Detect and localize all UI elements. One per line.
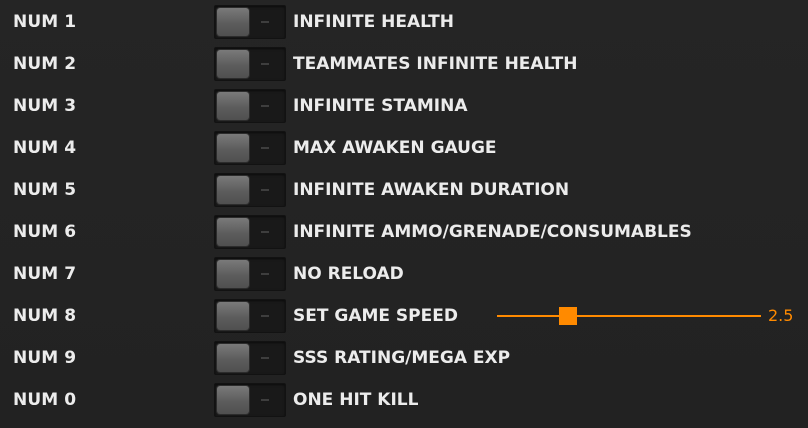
toggle-knob <box>217 176 249 204</box>
hotkey-label: NUM 5 <box>13 180 77 200</box>
cheat-label: TEAMMATES INFINITE HEALTH <box>293 54 578 74</box>
game-speed-value: 2.5 <box>768 306 794 325</box>
hotkey-label: NUM 0 <box>13 390 77 410</box>
cheat-label: ONE HIT KILL <box>293 390 419 410</box>
toggle-knob <box>217 386 249 414</box>
cheat-row-num6: NUM 6 INFINITE AMMO/GRENADE/CONSUMABLES <box>0 212 808 252</box>
toggle-infinite-awaken-duration[interactable] <box>214 173 286 207</box>
cheat-label: INFINITE AMMO/GRENADE/CONSUMABLES <box>293 222 692 242</box>
toggle-set-game-speed[interactable] <box>214 299 286 333</box>
cheat-label: NO RELOAD <box>293 264 404 284</box>
cheat-row-num9: NUM 9 SSS RATING/MEGA EXP <box>0 338 808 378</box>
cheat-label: INFINITE HEALTH <box>293 12 455 32</box>
toggle-knob <box>217 260 249 288</box>
cheat-row-num8: NUM 8 SET GAME SPEED 2.5 <box>0 296 808 336</box>
hotkey-label: NUM 1 <box>13 12 77 32</box>
cheat-row-num3: NUM 3 INFINITE STAMINA <box>0 86 808 126</box>
hotkey-label: NUM 9 <box>13 348 77 368</box>
toggle-knob <box>217 344 249 372</box>
cheat-row-num0: NUM 0 ONE HIT KILL <box>0 380 808 420</box>
off-indicator-icon <box>261 21 269 23</box>
hotkey-label: NUM 3 <box>13 96 77 116</box>
off-indicator-icon <box>261 231 269 233</box>
off-indicator-icon <box>261 399 269 401</box>
cheat-label: SSS RATING/MEGA EXP <box>293 348 511 368</box>
toggle-infinite-ammo[interactable] <box>214 215 286 249</box>
game-speed-slider[interactable] <box>497 306 761 326</box>
off-indicator-icon <box>261 63 269 65</box>
cheat-label: INFINITE AWAKEN DURATION <box>293 180 570 200</box>
toggle-one-hit-kill[interactable] <box>214 383 286 417</box>
toggle-teammates-infinite-health[interactable] <box>214 47 286 81</box>
toggle-knob <box>217 50 249 78</box>
off-indicator-icon <box>261 273 269 275</box>
hotkey-label: NUM 8 <box>13 306 77 326</box>
cheat-row-num1: NUM 1 INFINITE HEALTH <box>0 2 808 42</box>
off-indicator-icon <box>261 357 269 359</box>
trainer-window: NUM 1 INFINITE HEALTH NUM 2 TEAMMATES IN… <box>0 0 808 428</box>
cheat-label: SET GAME SPEED <box>293 306 458 326</box>
cheat-row-num2: NUM 2 TEAMMATES INFINITE HEALTH <box>0 44 808 84</box>
toggle-knob <box>217 302 249 330</box>
hotkey-label: NUM 7 <box>13 264 77 284</box>
cheat-label: INFINITE STAMINA <box>293 96 468 116</box>
hotkey-label: NUM 6 <box>13 222 77 242</box>
off-indicator-icon <box>261 147 269 149</box>
toggle-knob <box>217 8 249 36</box>
toggle-infinite-health[interactable] <box>214 5 286 39</box>
cheat-row-num7: NUM 7 NO RELOAD <box>0 254 808 294</box>
cheat-label: MAX AWAKEN GAUGE <box>293 138 497 158</box>
toggle-infinite-stamina[interactable] <box>214 89 286 123</box>
off-indicator-icon <box>261 189 269 191</box>
slider-thumb[interactable] <box>559 307 578 325</box>
slider-track <box>497 315 761 317</box>
toggle-knob <box>217 134 249 162</box>
toggle-no-reload[interactable] <box>214 257 286 291</box>
hotkey-label: NUM 4 <box>13 138 77 158</box>
hotkey-label: NUM 2 <box>13 54 77 74</box>
toggle-knob <box>217 92 249 120</box>
off-indicator-icon <box>261 315 269 317</box>
cheat-row-num5: NUM 5 INFINITE AWAKEN DURATION <box>0 170 808 210</box>
off-indicator-icon <box>261 105 269 107</box>
toggle-knob <box>217 218 249 246</box>
cheat-row-num4: NUM 4 MAX AWAKEN GAUGE <box>0 128 808 168</box>
toggle-max-awaken-gauge[interactable] <box>214 131 286 165</box>
toggle-sss-rating-mega-exp[interactable] <box>214 341 286 375</box>
